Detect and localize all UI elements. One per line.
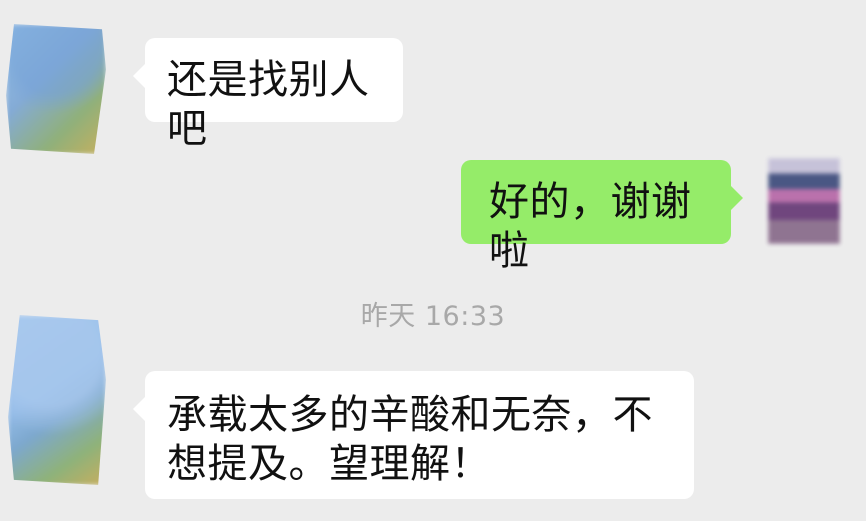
chat-screen: 还是找别人吧 好的，谢谢啦 昨天 16:33 承载太多的辛酸和无奈，不想提及。望… — [0, 0, 866, 521]
incoming-message-bubble[interactable]: 承载太多的辛酸和无奈，不想提及。望理解！ — [133, 371, 694, 499]
avatar[interactable] — [768, 158, 840, 244]
incoming-message-bubble[interactable]: 还是找别人吧 — [133, 38, 403, 152]
message-timestamp: 昨天 16:33 — [360, 301, 506, 332]
outgoing-message-bubble[interactable]: 好的，谢谢啦 — [461, 160, 743, 274]
avatar[interactable] — [8, 315, 106, 485]
avatar[interactable] — [6, 24, 106, 154]
